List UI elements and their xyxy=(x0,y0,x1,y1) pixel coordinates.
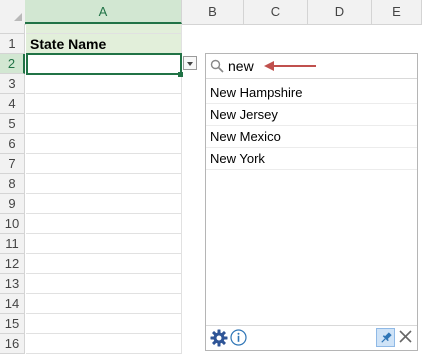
row-header-15[interactable]: 15 xyxy=(0,314,25,334)
row-header-7[interactable]: 7 xyxy=(0,154,25,174)
cell-a13[interactable] xyxy=(26,274,182,294)
row-header-10[interactable]: 10 xyxy=(0,214,25,234)
cell-a8[interactable] xyxy=(26,174,182,194)
row-header-11[interactable]: 11 xyxy=(0,234,25,254)
cell-a10[interactable] xyxy=(26,214,182,234)
fill-handle[interactable] xyxy=(178,72,183,77)
row-header-spacer xyxy=(0,24,25,34)
arrow-pointer-icon xyxy=(264,60,318,75)
row-header-9[interactable]: 9 xyxy=(0,194,25,214)
list-item[interactable]: New Mexico xyxy=(206,126,417,148)
list-item[interactable]: New Jersey xyxy=(206,104,417,126)
column-header-c[interactable]: C xyxy=(244,0,308,24)
cell-a15[interactable] xyxy=(26,314,182,334)
cell-a12[interactable] xyxy=(26,254,182,274)
cell-a11[interactable] xyxy=(26,234,182,254)
close-icon[interactable] xyxy=(398,329,413,347)
cell-a2[interactable] xyxy=(26,53,182,75)
row-header-13[interactable]: 13 xyxy=(0,274,25,294)
cell-a1[interactable]: State Name xyxy=(26,34,182,54)
gear-icon[interactable] xyxy=(210,329,228,350)
list-item[interactable]: New York xyxy=(206,148,417,170)
select-all-corner[interactable] xyxy=(0,0,26,24)
row-header-6[interactable]: 6 xyxy=(0,134,25,154)
cell-a3[interactable] xyxy=(26,74,182,94)
search-input[interactable] xyxy=(228,56,262,76)
cell-a16[interactable] xyxy=(26,334,182,354)
panel-footer xyxy=(206,325,417,350)
row-header-16[interactable]: 16 xyxy=(0,334,25,354)
row-header-8[interactable]: 8 xyxy=(0,174,25,194)
row-header-3[interactable]: 3 xyxy=(0,74,25,94)
row-header-4[interactable]: 4 xyxy=(0,94,25,114)
cell-dropdown-button[interactable] xyxy=(183,56,197,70)
column-header-a[interactable]: A xyxy=(25,0,182,24)
search-icon xyxy=(210,59,224,73)
search-bar xyxy=(206,54,417,79)
cell-a7[interactable] xyxy=(26,154,182,174)
row-header-14[interactable]: 14 xyxy=(0,294,25,314)
cell-a14[interactable] xyxy=(26,294,182,314)
row-header-1[interactable]: 1 xyxy=(0,34,25,54)
column-header-b[interactable]: B xyxy=(182,0,244,24)
cell-a1-top xyxy=(26,24,182,34)
row-header-5[interactable]: 5 xyxy=(0,114,25,134)
cell-a9[interactable] xyxy=(26,194,182,214)
row-header-12[interactable]: 12 xyxy=(0,254,25,274)
cell-a6[interactable] xyxy=(26,134,182,154)
column-header-e[interactable]: E xyxy=(372,0,422,24)
dropdown-arrow-icon xyxy=(187,62,193,66)
row-header-2[interactable]: 2 xyxy=(0,54,25,74)
cell-a4[interactable] xyxy=(26,94,182,114)
column-header-d[interactable]: D xyxy=(308,0,372,24)
column-header-bar: A B C D E xyxy=(0,0,422,25)
info-icon[interactable] xyxy=(230,329,247,349)
search-list-panel: New Hampshire New Jersey New Mexico New … xyxy=(205,53,418,351)
pin-icon[interactable] xyxy=(376,328,395,347)
cell-a5[interactable] xyxy=(26,114,182,134)
list-item[interactable]: New Hampshire xyxy=(206,82,417,104)
